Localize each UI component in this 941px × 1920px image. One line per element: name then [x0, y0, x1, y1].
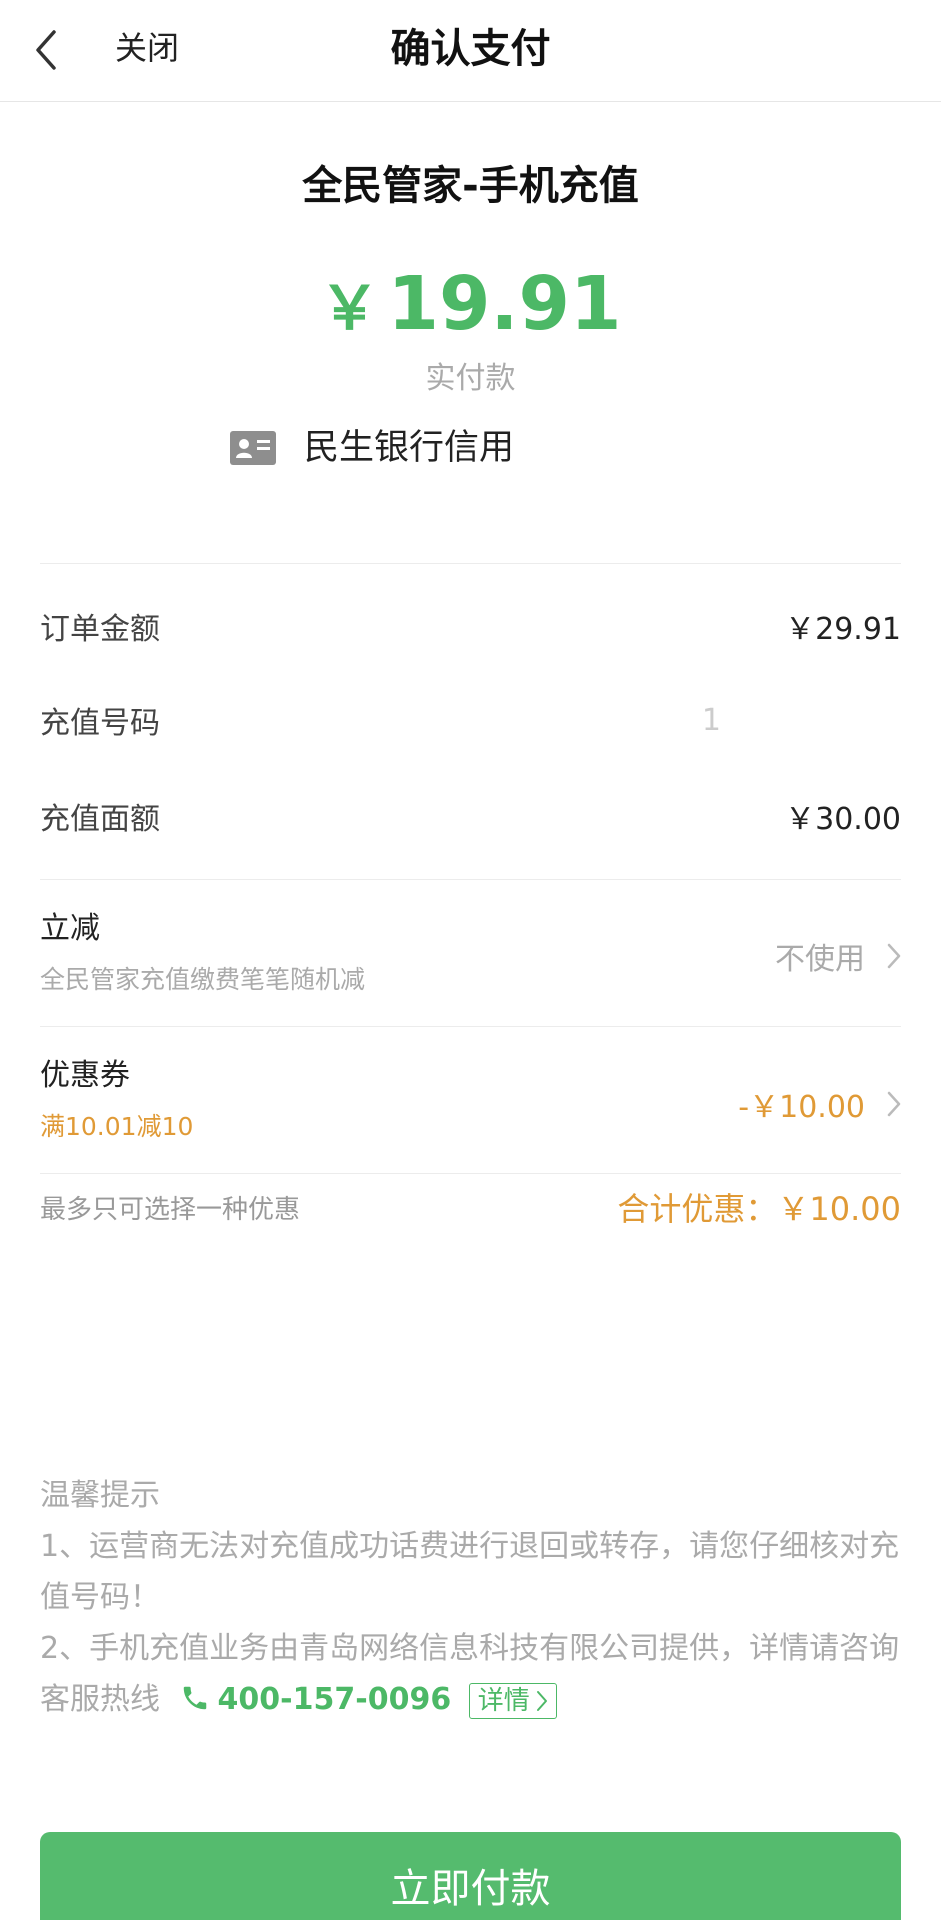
hotline-link[interactable]: 400-157-0096	[170, 1682, 461, 1717]
promo-subtitle: 满10.01减10	[40, 1112, 194, 1141]
promo-title: 立减	[40, 911, 100, 946]
chevron-right-icon	[887, 943, 901, 969]
page-title: 确认支付	[390, 26, 551, 72]
payment-method-label: 民生银行信用	[304, 428, 515, 468]
divider	[40, 563, 901, 564]
tips-line-1: 1、运营商无法对充值成功话费进行退回或转存，请您仔细核对充值号码！	[40, 1529, 900, 1615]
detail-label: 充值面额	[40, 802, 160, 837]
chevron-right-icon	[887, 1091, 901, 1117]
instant-discount-row[interactable]: 立减 全民管家充值缴费笔笔随机减 不使用	[40, 880, 901, 1026]
promo-value: 不使用	[775, 934, 901, 978]
detail-value: ￥29.91	[785, 612, 901, 647]
currency-symbol: ￥	[319, 274, 380, 344]
details-label: 详情	[477, 1685, 530, 1716]
detail-row-face-value: 充值面额 ￥30.00	[40, 794, 901, 838]
details-button[interactable]: 详情	[468, 1682, 557, 1719]
amount-label: 实付款	[425, 361, 516, 396]
detail-label: 充值号码	[40, 706, 160, 741]
detail-row-phone-number: 充值号码 1	[40, 698, 901, 742]
promo-value-text: -￥10.00	[738, 1090, 865, 1125]
merchant-name: 全民管家-手机充值	[302, 163, 639, 209]
promo-subtitle: 全民管家充值缴费笔笔随机减	[40, 965, 366, 994]
chevron-right-icon	[536, 1690, 547, 1711]
tips-heading: 温馨提示	[40, 1478, 160, 1513]
bank-card-icon	[230, 431, 276, 465]
promo-value-text: 不使用	[775, 942, 865, 977]
promo-title: 优惠券	[40, 1058, 130, 1093]
divider	[40, 1173, 901, 1174]
detail-row-order-amount: 订单金额 ￥29.91	[40, 604, 901, 648]
hotline-number: 400-157-0096	[217, 1682, 452, 1717]
tips-line-2: 2、手机充值业务由青岛网络信息科技有限公司提供，详情请咨询客服热线 400-15…	[40, 1623, 901, 1725]
coupon-row[interactable]: 优惠券 满10.01减10 -￥10.00	[40, 1027, 901, 1173]
phone-icon	[183, 1686, 206, 1710]
payment-method[interactable]: 民生银行信用	[230, 420, 514, 476]
nav-bar: 关闭 确认支付	[0, 0, 941, 102]
amount-value: 19.91	[387, 261, 622, 347]
detail-value: 1	[701, 702, 721, 738]
pay-now-button[interactable]: 立即付款	[40, 1832, 901, 1920]
pay-amount: ￥ 19.91	[0, 262, 941, 366]
total-discount: 合计优惠：￥10.00	[617, 1190, 901, 1228]
detail-value: ￥30.00	[785, 802, 901, 837]
tips-section: 温馨提示 1、运营商无法对充值成功话费进行退回或转存，请您仔细核对充值号码！ 2…	[40, 1470, 901, 1725]
detail-label: 订单金额	[40, 612, 160, 647]
discount-note: 最多只可选择一种优惠	[40, 1195, 301, 1225]
promo-value: -￥10.00	[738, 1082, 901, 1126]
